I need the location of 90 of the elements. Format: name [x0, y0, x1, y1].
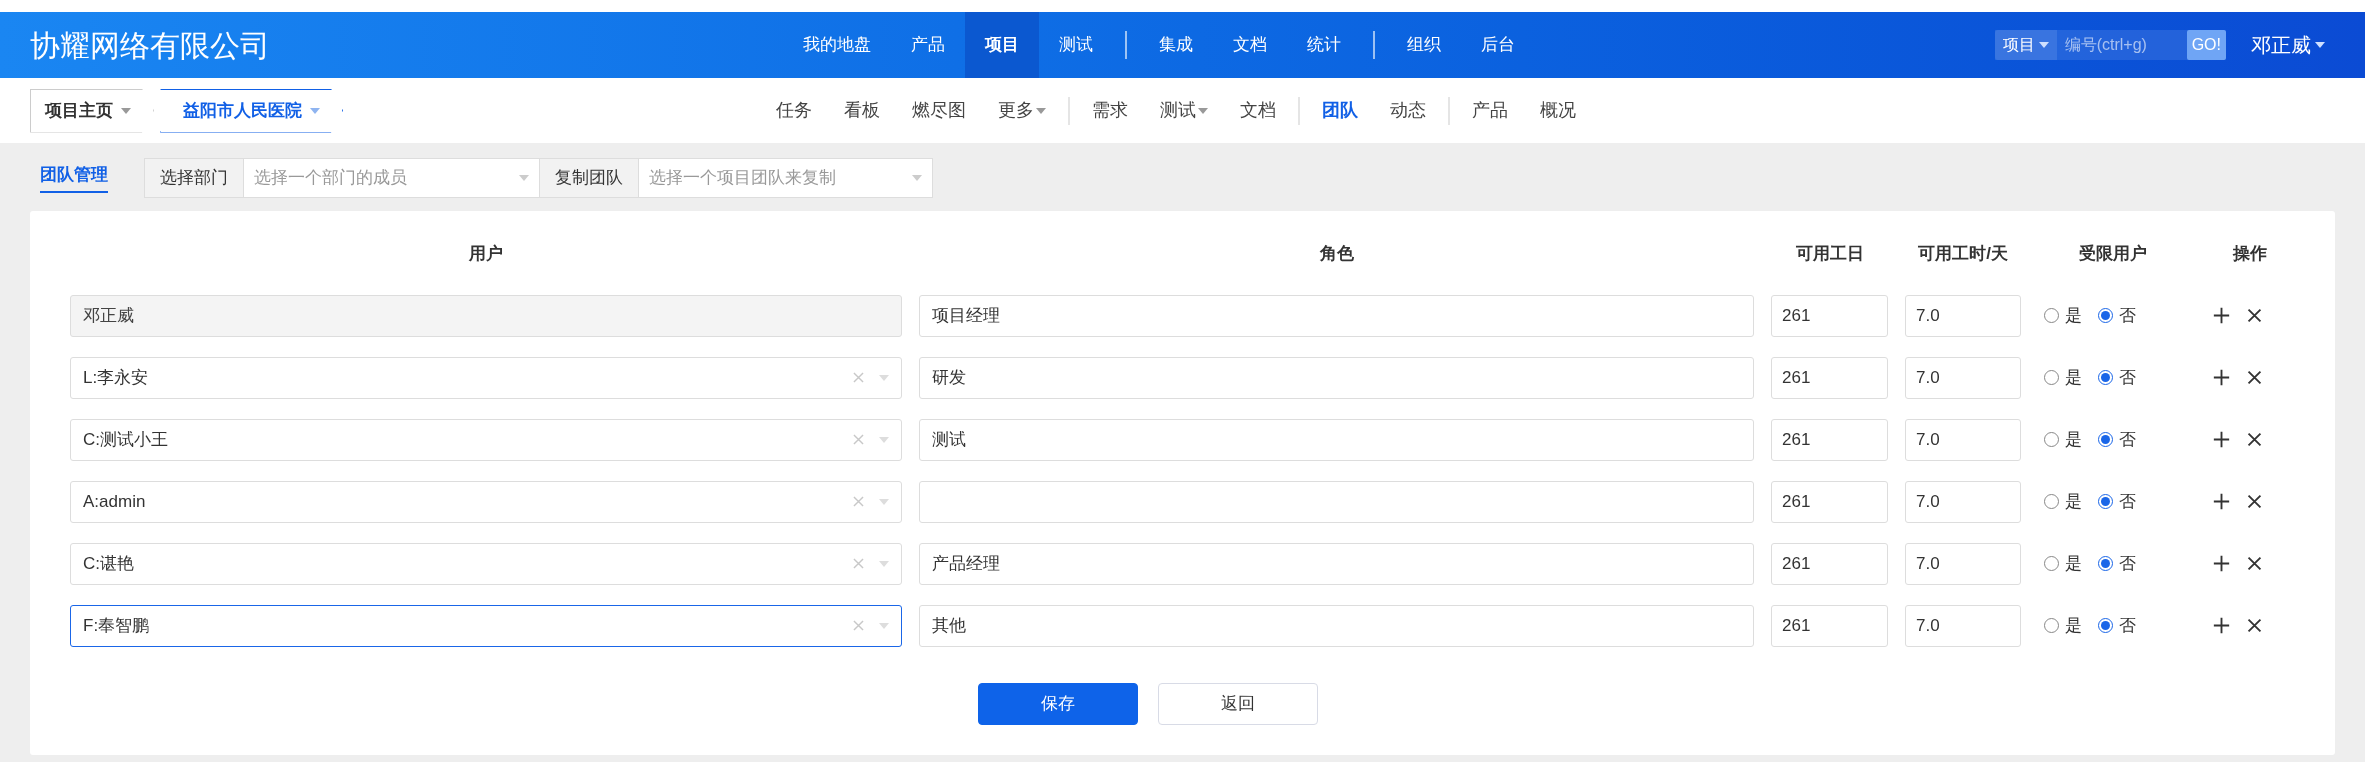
hours-field[interactable]: 7.0: [1905, 356, 2021, 399]
caret-icon: [310, 107, 320, 114]
radio-label: 是: [2065, 428, 2082, 451]
column-header: 用户: [468, 243, 504, 265]
radio-label: 否: [2119, 304, 2136, 327]
column-header: 角色: [1318, 243, 1355, 265]
role-field[interactable]: 测试: [919, 418, 1754, 461]
nav-item[interactable]: 统计: [1287, 12, 1361, 78]
subnav-item[interactable]: 团队: [1306, 97, 1374, 124]
radio-label: 否: [2119, 490, 2136, 513]
user-select[interactable]: A:admin: [70, 480, 902, 523]
user-menu[interactable]: 邓正威: [2251, 30, 2325, 60]
user-select[interactable]: F:奉智鹏: [70, 604, 902, 647]
hours-field[interactable]: 7.0: [1905, 604, 2021, 647]
subnav-item[interactable]: 更多: [982, 97, 1062, 124]
delete-icon[interactable]: [2246, 555, 2263, 572]
user-select: 邓正威: [70, 294, 902, 337]
hours-field[interactable]: 7.0: [1905, 418, 2021, 461]
nav-item[interactable]: 项目: [965, 12, 1039, 78]
radio-label: 是: [2065, 614, 2082, 637]
add-icon[interactable]: [2213, 493, 2230, 510]
caret-icon: [879, 436, 889, 443]
nav-item[interactable]: 文档: [1213, 12, 1287, 78]
column-header: 受限用户: [2078, 243, 2148, 265]
nav-item[interactable]: 组织: [1387, 12, 1461, 78]
add-icon[interactable]: [2213, 555, 2230, 572]
radio-label: 否: [2119, 614, 2136, 637]
radio-label: 是: [2065, 366, 2082, 389]
subnav-item[interactable]: 文档: [1224, 97, 1292, 124]
hours-field[interactable]: 7.0: [1905, 542, 2021, 585]
caret-icon: [2315, 42, 2325, 48]
user-select[interactable]: L:李永安: [70, 356, 902, 399]
caret-icon: [1198, 107, 1208, 114]
workdays-field[interactable]: 261: [1771, 356, 1888, 399]
radio-label: 是: [2065, 552, 2082, 575]
radio-label: 是: [2065, 490, 2082, 513]
search-placeholder: 编号(ctrl+g): [2063, 35, 2148, 55]
caret-icon: [879, 374, 889, 381]
brand-title: 协耀网络有限公司: [30, 27, 270, 64]
user-select[interactable]: C:测试小王: [70, 418, 902, 461]
radio-label: 否: [2119, 552, 2136, 575]
caret-icon: [1036, 107, 1046, 114]
delete-icon[interactable]: [2246, 431, 2263, 448]
subnav-item[interactable]: 燃尽图: [896, 97, 982, 124]
role-field[interactable]: [919, 480, 1754, 523]
add-icon[interactable]: [2213, 617, 2230, 634]
delete-icon[interactable]: [2246, 493, 2263, 510]
delete-icon[interactable]: [2246, 369, 2263, 386]
caret-icon: [879, 622, 889, 629]
column-header: 操作: [2231, 243, 2268, 265]
add-icon[interactable]: [2213, 307, 2230, 324]
caret-icon: [2038, 42, 2049, 48]
subnav-item[interactable]: 看板: [828, 97, 896, 124]
subnav-item[interactable]: 需求: [1076, 97, 1144, 124]
role-field[interactable]: 研发: [919, 356, 1754, 399]
user-select[interactable]: C:谌艳: [70, 542, 902, 585]
workdays-field[interactable]: 261: [1771, 542, 1888, 585]
radio-label: 否: [2119, 428, 2136, 451]
caret-icon: [879, 498, 889, 505]
subnav-item[interactable]: 动态: [1374, 97, 1442, 124]
subnav-item[interactable]: 产品: [1456, 97, 1524, 124]
workdays-field[interactable]: 261: [1771, 418, 1888, 461]
radio-label: 是: [2065, 304, 2082, 327]
caret-icon: [879, 560, 889, 567]
delete-icon[interactable]: [2246, 617, 2263, 634]
radio-label: 否: [2119, 366, 2136, 389]
role-field[interactable]: 其他: [919, 604, 1754, 647]
team-management-tab[interactable]: 团队管理: [40, 162, 108, 193]
column-header: 可用工时/天: [1917, 243, 2009, 265]
subnav-item[interactable]: 概况: [1524, 97, 1592, 124]
hours-field[interactable]: 7.0: [1905, 480, 2021, 523]
role-field[interactable]: 产品经理: [919, 542, 1754, 585]
workdays-field[interactable]: 261: [1771, 604, 1888, 647]
subnav-item[interactable]: 任务: [760, 97, 828, 124]
nav-item[interactable]: 集成: [1139, 12, 1213, 78]
back-button[interactable]: 返回: [1157, 682, 1318, 725]
search-field[interactable]: 项目 编号(ctrl+g) GO!: [1994, 30, 2226, 60]
column-header: 可用工日: [1794, 243, 1865, 265]
save-button[interactable]: 保存: [977, 682, 1138, 725]
add-icon[interactable]: [2213, 369, 2230, 386]
delete-icon[interactable]: [2246, 307, 2263, 324]
nav-item[interactable]: 产品: [891, 12, 965, 78]
add-icon[interactable]: [2213, 431, 2230, 448]
scope-dropdown[interactable]: 项目: [1994, 30, 2057, 60]
nav-item[interactable]: 我的地盘: [783, 12, 891, 78]
workdays-field[interactable]: 261: [1771, 480, 1888, 523]
caret-icon: [121, 107, 131, 114]
subnav-item[interactable]: 测试: [1144, 97, 1224, 124]
nav-item[interactable]: 后台: [1461, 12, 1535, 78]
nav-item[interactable]: 测试: [1039, 12, 1113, 78]
